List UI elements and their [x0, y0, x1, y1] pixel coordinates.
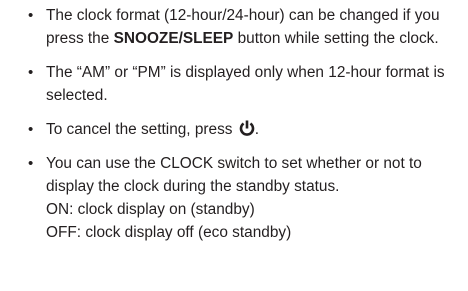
note-text: You can use the CLOCK switch to set whet… — [46, 155, 422, 195]
note-am-pm: • The “AM” or “PM” is displayed only whe… — [28, 61, 468, 107]
bullet: • — [28, 121, 34, 138]
clock-off-line: OFF: clock display off (eco standby) — [46, 224, 292, 241]
note-text: . — [254, 121, 260, 138]
note-text: To cancel the setting, press — [46, 121, 237, 138]
note-cancel-setting: • To cancel the setting, press . — [28, 118, 468, 141]
note-clock-format: • The clock format (12-hour/24-hour) can… — [28, 4, 468, 50]
bullet: • — [28, 7, 34, 24]
notes-list: • The clock format (12-hour/24-hour) can… — [28, 4, 468, 255]
snooze-sleep-button-label: SNOOZE/SLEEP — [113, 30, 234, 47]
note-text: button while setting the clock. — [233, 30, 439, 47]
power-icon — [239, 120, 255, 136]
note-text: The “AM” or “PM” is displayed only when … — [46, 64, 445, 104]
bullet: • — [28, 64, 34, 81]
bullet: • — [28, 155, 34, 172]
clock-on-line: ON: clock display on (standby) — [46, 201, 255, 218]
note-clock-switch: • You can use the CLOCK switch to set wh… — [28, 152, 468, 244]
